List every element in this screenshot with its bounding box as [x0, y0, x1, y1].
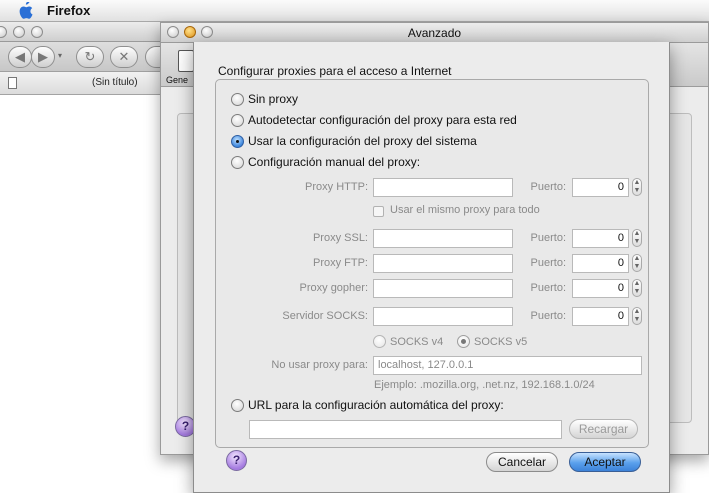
socks-port-label: Puerto: [530, 310, 566, 322]
general-panel-icon[interactable] [178, 50, 194, 72]
no-proxy-for-label: No usar proxy para: [271, 359, 368, 371]
forward-button[interactable]: ▶ [31, 46, 55, 68]
radio-autodetect[interactable]: Autodetectar configuración del proxy par… [231, 113, 517, 127]
reload-button[interactable]: Recargar [569, 419, 638, 439]
ssl-proxy-label: Proxy SSL: [312, 232, 368, 244]
radio-socks-v4[interactable]: SOCKS v4 [373, 335, 443, 348]
sheet-heading: Configurar proxies para el acceso a Inte… [218, 64, 452, 78]
radio-button-selected[interactable] [457, 335, 470, 348]
http-port-label: Puerto: [530, 181, 566, 193]
radio-button-selected[interactable] [231, 134, 244, 148]
gopher-port-stepper[interactable]: ▲ ▼ [632, 279, 642, 297]
gopher-port-label: Puerto: [530, 282, 566, 294]
proxy-settings-sheet: Configurar proxies para el acceso a Inte… [193, 42, 670, 493]
radio-label: Configuración manual del proxy: [248, 155, 421, 169]
radio-button[interactable] [231, 92, 244, 106]
http-proxy-label: Proxy HTTP: [305, 181, 368, 193]
radio-button[interactable] [231, 113, 244, 127]
radio-label: Usar la configuración del proxy del sist… [248, 134, 477, 148]
close-window-button[interactable] [0, 26, 7, 38]
history-dropdown-icon[interactable]: ▾ [58, 51, 62, 60]
firefox-tab-bar: (Sin título) [0, 72, 160, 95]
socks-port-stepper[interactable]: ▲ ▼ [632, 307, 642, 325]
no-proxy-example: Ejemplo: .mozilla.org, .net.nz, 192.168.… [374, 379, 595, 391]
ssl-port-stepper[interactable]: ▲ ▼ [632, 229, 642, 247]
cancel-button[interactable]: Cancelar [486, 452, 558, 472]
http-port-input[interactable]: 0 [572, 178, 629, 197]
proxy-options-group: Sin proxy Autodetectar configuración del… [215, 79, 649, 448]
http-proxy-input[interactable] [373, 178, 513, 197]
document-icon [8, 77, 17, 89]
gopher-proxy-label: Proxy gopher: [299, 282, 368, 294]
radio-manual-proxy[interactable]: Configuración manual del proxy: [231, 155, 420, 169]
ssl-port-label: Puerto: [530, 232, 566, 244]
radio-label: URL para la configuración automática del… [248, 398, 504, 412]
radio-label: SOCKS v4 [390, 335, 444, 348]
tab-title[interactable]: (Sin título) [92, 77, 138, 88]
firefox-toolbar: ◀ ▶ ▾ ↻ ✕ [0, 42, 173, 72]
radio-label: Sin proxy [248, 92, 299, 106]
apple-logo-icon[interactable] [18, 2, 33, 19]
ftp-port-stepper[interactable]: ▲ ▼ [632, 254, 642, 272]
radio-no-proxy[interactable]: Sin proxy [231, 92, 298, 106]
same-proxy-checkbox[interactable] [373, 206, 384, 217]
ftp-port-input[interactable]: 0 [572, 254, 629, 273]
preferences-titlebar: Avanzado [161, 23, 708, 43]
app-name-menu[interactable]: Firefox [47, 3, 90, 18]
firefox-titlebar [0, 22, 160, 42]
zoom-window-button[interactable] [31, 26, 43, 38]
radio-button[interactable] [231, 398, 244, 412]
socks-host-input[interactable] [373, 307, 513, 326]
socks-host-label: Servidor SOCKS: [282, 310, 368, 322]
gopher-proxy-input[interactable] [373, 279, 513, 298]
ftp-port-label: Puerto: [530, 257, 566, 269]
reload-icon[interactable]: ↻ [76, 46, 104, 68]
ftp-proxy-label: Proxy FTP: [312, 257, 368, 269]
http-port-stepper[interactable]: ▲ ▼ [632, 178, 642, 196]
no-proxy-for-input[interactable]: localhost, 127.0.0.1 [373, 356, 642, 375]
general-panel-label[interactable]: Gene [166, 75, 188, 85]
stop-icon[interactable]: ✕ [110, 46, 138, 68]
help-button[interactable]: ? [226, 450, 247, 471]
radio-label: Autodetectar configuración del proxy par… [248, 113, 517, 127]
radio-button[interactable] [231, 155, 244, 169]
window-title: Avanzado [407, 26, 462, 40]
firefox-window: ◀ ▶ ▾ ↻ ✕ (Sin título) [0, 22, 173, 493]
ssl-proxy-input[interactable] [373, 229, 513, 248]
radio-socks-v5[interactable]: SOCKS v5 [457, 335, 527, 348]
same-proxy-label: Usar el mismo proxy para todo [390, 204, 540, 216]
accept-button[interactable]: Aceptar [569, 452, 641, 472]
radio-label: SOCKS v5 [474, 335, 528, 348]
socks-port-input[interactable]: 0 [572, 307, 629, 326]
radio-system-proxy[interactable]: Usar la configuración del proxy del sist… [231, 134, 477, 148]
minimize-window-button[interactable] [13, 26, 25, 38]
auto-config-url-input[interactable] [249, 420, 562, 439]
menu-bar: Firefox [0, 0, 709, 22]
back-button[interactable]: ◀ [8, 46, 32, 68]
ftp-proxy-input[interactable] [373, 254, 513, 273]
gopher-port-input[interactable]: 0 [572, 279, 629, 298]
radio-auto-config-url[interactable]: URL para la configuración automática del… [231, 398, 504, 412]
ssl-port-input[interactable]: 0 [572, 229, 629, 248]
radio-button[interactable] [373, 335, 386, 348]
